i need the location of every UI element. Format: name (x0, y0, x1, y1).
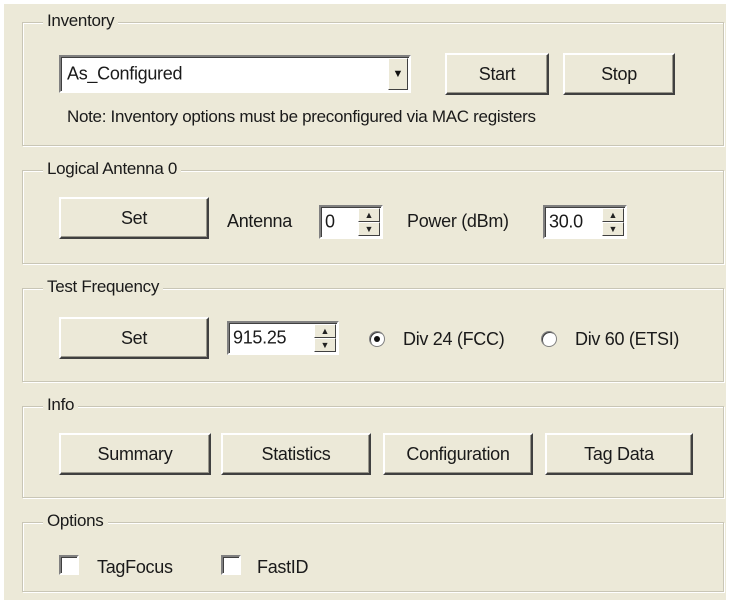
fastid-label[interactable]: FastID (257, 557, 309, 578)
logical-antenna-legend: Logical Antenna 0 (43, 159, 182, 179)
spin-up-icon[interactable]: ▲ (602, 208, 624, 222)
statistics-button[interactable]: Statistics (221, 433, 371, 475)
stop-button[interactable]: Stop (563, 53, 675, 95)
spin-up-icon[interactable]: ▲ (314, 324, 336, 338)
radio-etsi-label[interactable]: Div 60 (ETSI) (575, 329, 679, 350)
antenna-spin-control[interactable]: ▲ ▼ (358, 208, 380, 236)
tag-data-button[interactable]: Tag Data (545, 433, 693, 475)
test-frequency-legend: Test Frequency (43, 277, 164, 297)
inventory-legend: Inventory (43, 11, 119, 31)
inventory-group: Inventory As_Configured ▼ Start Stop Not… (22, 11, 724, 146)
summary-button[interactable]: Summary (59, 433, 211, 475)
radio-fcc[interactable] (369, 331, 385, 347)
antenna-spinner[interactable]: 0 ▲ ▼ (319, 205, 383, 239)
power-spin-control[interactable]: ▲ ▼ (602, 208, 624, 236)
spin-down-icon[interactable]: ▼ (358, 222, 380, 236)
inventory-mode-value: As_Configured (67, 63, 183, 84)
test-frequency-group: Test Frequency Set 915.25 ▲ ▼ Div 24 (FC… (22, 277, 724, 382)
start-button[interactable]: Start (445, 53, 549, 95)
antenna-value: 0 (325, 211, 335, 232)
chevron-down-icon[interactable]: ▼ (388, 58, 408, 90)
power-spinner[interactable]: 30.0 ▲ ▼ (543, 205, 627, 239)
rfid-control-panel: Inventory As_Configured ▼ Start Stop Not… (4, 4, 726, 600)
info-group: Info Summary Statistics Configuration Ta… (22, 395, 724, 498)
options-group: Options TagFocus FastID (22, 511, 724, 592)
power-value: 30.0 (549, 211, 583, 232)
inventory-note: Note: Inventory options must be preconfi… (67, 107, 536, 126)
frequency-value: 915.25 (233, 327, 287, 348)
spin-down-icon[interactable]: ▼ (314, 338, 336, 352)
frequency-set-button[interactable]: Set (59, 317, 209, 359)
spin-up-icon[interactable]: ▲ (358, 208, 380, 222)
configuration-button[interactable]: Configuration (383, 433, 533, 475)
logical-antenna-group: Logical Antenna 0 Set Antenna 0 ▲ ▼ Powe… (22, 159, 724, 264)
spin-down-icon[interactable]: ▼ (602, 222, 624, 236)
radio-selected-dot (374, 336, 380, 342)
frequency-spin-control[interactable]: ▲ ▼ (314, 324, 336, 352)
tagfocus-checkbox[interactable] (59, 555, 79, 575)
power-label: Power (dBm) (407, 211, 509, 231)
options-legend: Options (43, 511, 108, 531)
frequency-spinner[interactable]: 915.25 ▲ ▼ (227, 321, 339, 355)
antenna-set-button[interactable]: Set (59, 197, 209, 239)
inventory-mode-dropdown[interactable]: As_Configured ▼ (59, 55, 411, 93)
fastid-checkbox[interactable] (221, 555, 241, 575)
antenna-label: Antenna (227, 211, 292, 231)
radio-fcc-label[interactable]: Div 24 (FCC) (403, 329, 505, 350)
info-legend: Info (43, 395, 79, 415)
tagfocus-label[interactable]: TagFocus (97, 557, 173, 578)
radio-etsi[interactable] (541, 331, 557, 347)
